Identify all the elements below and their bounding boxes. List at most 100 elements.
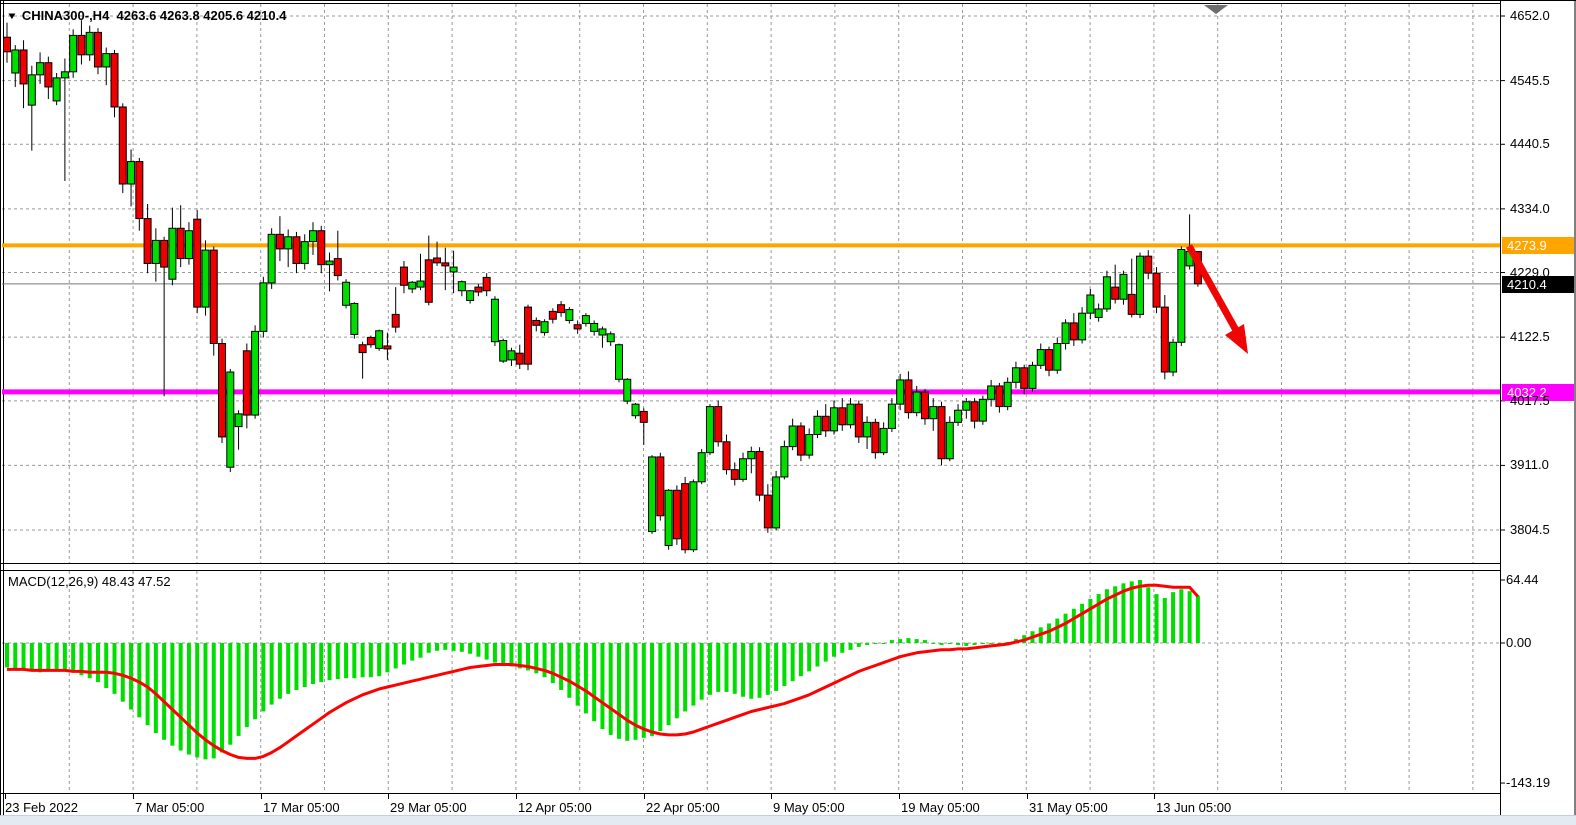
macd-histogram-bar: [1088, 599, 1092, 643]
candle-down: [359, 345, 366, 353]
macd-histogram-bar: [5, 643, 9, 667]
macd-histogram-bar: [1055, 619, 1059, 643]
chart-canvas[interactable]: [0, 0, 1576, 825]
candle-up: [1012, 368, 1019, 383]
candle-up: [1054, 344, 1061, 371]
macd-histogram-bar: [898, 639, 902, 643]
macd-histogram-bar: [948, 643, 952, 644]
resistance-price-badge: 4273.9: [1502, 237, 1574, 254]
trend-arrow-shaft[interactable]: [1189, 246, 1237, 332]
candle-up: [185, 231, 192, 259]
macd-histogram-bar: [1188, 591, 1192, 643]
candle-up: [417, 281, 424, 287]
candle-down: [425, 260, 432, 302]
macd-histogram-bar: [294, 643, 298, 690]
macd-histogram-bar: [113, 643, 117, 694]
candle-down: [334, 259, 341, 276]
candle-up: [607, 334, 614, 342]
candle-up: [880, 428, 887, 452]
macd-histogram-bar: [766, 643, 770, 695]
macd-histogram-bar: [940, 643, 944, 645]
macd-histogram-bar: [476, 643, 480, 657]
time-tick-label: 19 May 05:00: [901, 800, 980, 815]
candle-down: [673, 490, 680, 539]
macd-histogram-bar: [245, 643, 249, 727]
macd-histogram-bar: [815, 643, 819, 666]
macd-histogram-bar: [311, 643, 315, 684]
candle-up: [847, 404, 854, 425]
candle-down: [1112, 287, 1119, 299]
candle-up: [268, 234, 275, 283]
candle-up: [1178, 250, 1185, 343]
macd-histogram-bar: [1072, 609, 1076, 643]
candle-down: [1046, 350, 1053, 371]
macd-histogram-bar: [63, 643, 67, 670]
candle-up: [1029, 365, 1036, 388]
candle-up: [1120, 274, 1127, 299]
candle-up: [301, 242, 308, 264]
candle-down: [657, 457, 664, 516]
candle-down: [872, 422, 879, 452]
candle-up: [615, 345, 622, 380]
price-tick-label: 3911.0: [1510, 457, 1549, 472]
macd-histogram-bar: [708, 643, 712, 695]
macd-histogram-bar: [328, 643, 332, 680]
candle-down: [1128, 294, 1135, 314]
candle-up: [1037, 350, 1044, 366]
macd-histogram-bar: [303, 643, 307, 687]
macd-histogram-bar: [22, 643, 26, 668]
candle-down: [756, 451, 763, 495]
macd-histogram-bar: [733, 643, 737, 694]
macd-histogram-bar: [873, 643, 877, 644]
macd-histogram-bar: [104, 643, 108, 688]
candle-down: [78, 35, 85, 54]
candle-up: [491, 299, 498, 341]
time-tick-label: 22 Apr 05:00: [646, 800, 720, 815]
macd-histogram-bar: [46, 643, 50, 671]
price-tick-label: 4229.0: [1510, 265, 1550, 280]
candle-down: [574, 325, 581, 329]
macd-histogram-bar: [625, 643, 629, 741]
macd-indicator-label: MACD(12,26,9) 48.43 47.52: [8, 574, 171, 590]
macd-histogram-bar: [369, 643, 373, 677]
macd-histogram-bar: [807, 643, 811, 671]
candle-up: [748, 451, 755, 458]
macd-histogram-bar: [1080, 604, 1084, 643]
macd-histogram-bar: [609, 643, 613, 735]
candle-up: [1062, 323, 1069, 344]
candle-up: [86, 32, 93, 54]
macd-histogram-bar: [410, 643, 414, 661]
macd-histogram-bar: [170, 643, 174, 746]
candle-up: [591, 323, 598, 331]
macd-histogram-bar: [716, 643, 720, 692]
chart-header: ▼CHINA300-,H4 4263.6 4263.8 4205.6 4210.…: [6, 8, 286, 24]
macd-histogram-bar: [675, 643, 679, 718]
time-tick-label: 9 May 05:00: [773, 800, 845, 815]
candle-up: [500, 340, 507, 361]
candle-down: [715, 407, 722, 442]
candle-down: [111, 54, 118, 107]
candle-down: [318, 231, 325, 265]
macd-histogram-bar: [1146, 587, 1150, 643]
candle-down: [434, 258, 441, 263]
time-tick-label: 23 Feb 2022: [5, 800, 78, 815]
chart-shift-marker-icon[interactable]: [1204, 5, 1228, 14]
macd-histogram-bar: [865, 643, 869, 645]
macd-histogram-bar: [435, 643, 439, 651]
macd-histogram-bar: [824, 643, 828, 662]
candle-up: [70, 35, 77, 71]
candle-up: [566, 310, 573, 321]
candle-up: [624, 379, 631, 401]
candle-up: [773, 477, 780, 528]
time-tick-label: 29 Mar 05:00: [390, 800, 467, 815]
candle-up: [988, 386, 995, 399]
ohlc-readout: 4263.6 4263.8 4205.6 4210.4: [117, 8, 287, 23]
candle-up: [227, 372, 234, 467]
macd-histogram-bar: [286, 643, 290, 694]
candle-down: [367, 337, 374, 344]
time-tick-label: 12 Apr 05:00: [518, 800, 592, 815]
macd-histogram-bar: [700, 643, 704, 700]
candle-down: [119, 107, 126, 184]
symbol-dropdown-icon[interactable]: ▼: [6, 10, 18, 23]
candle-down: [475, 287, 482, 292]
